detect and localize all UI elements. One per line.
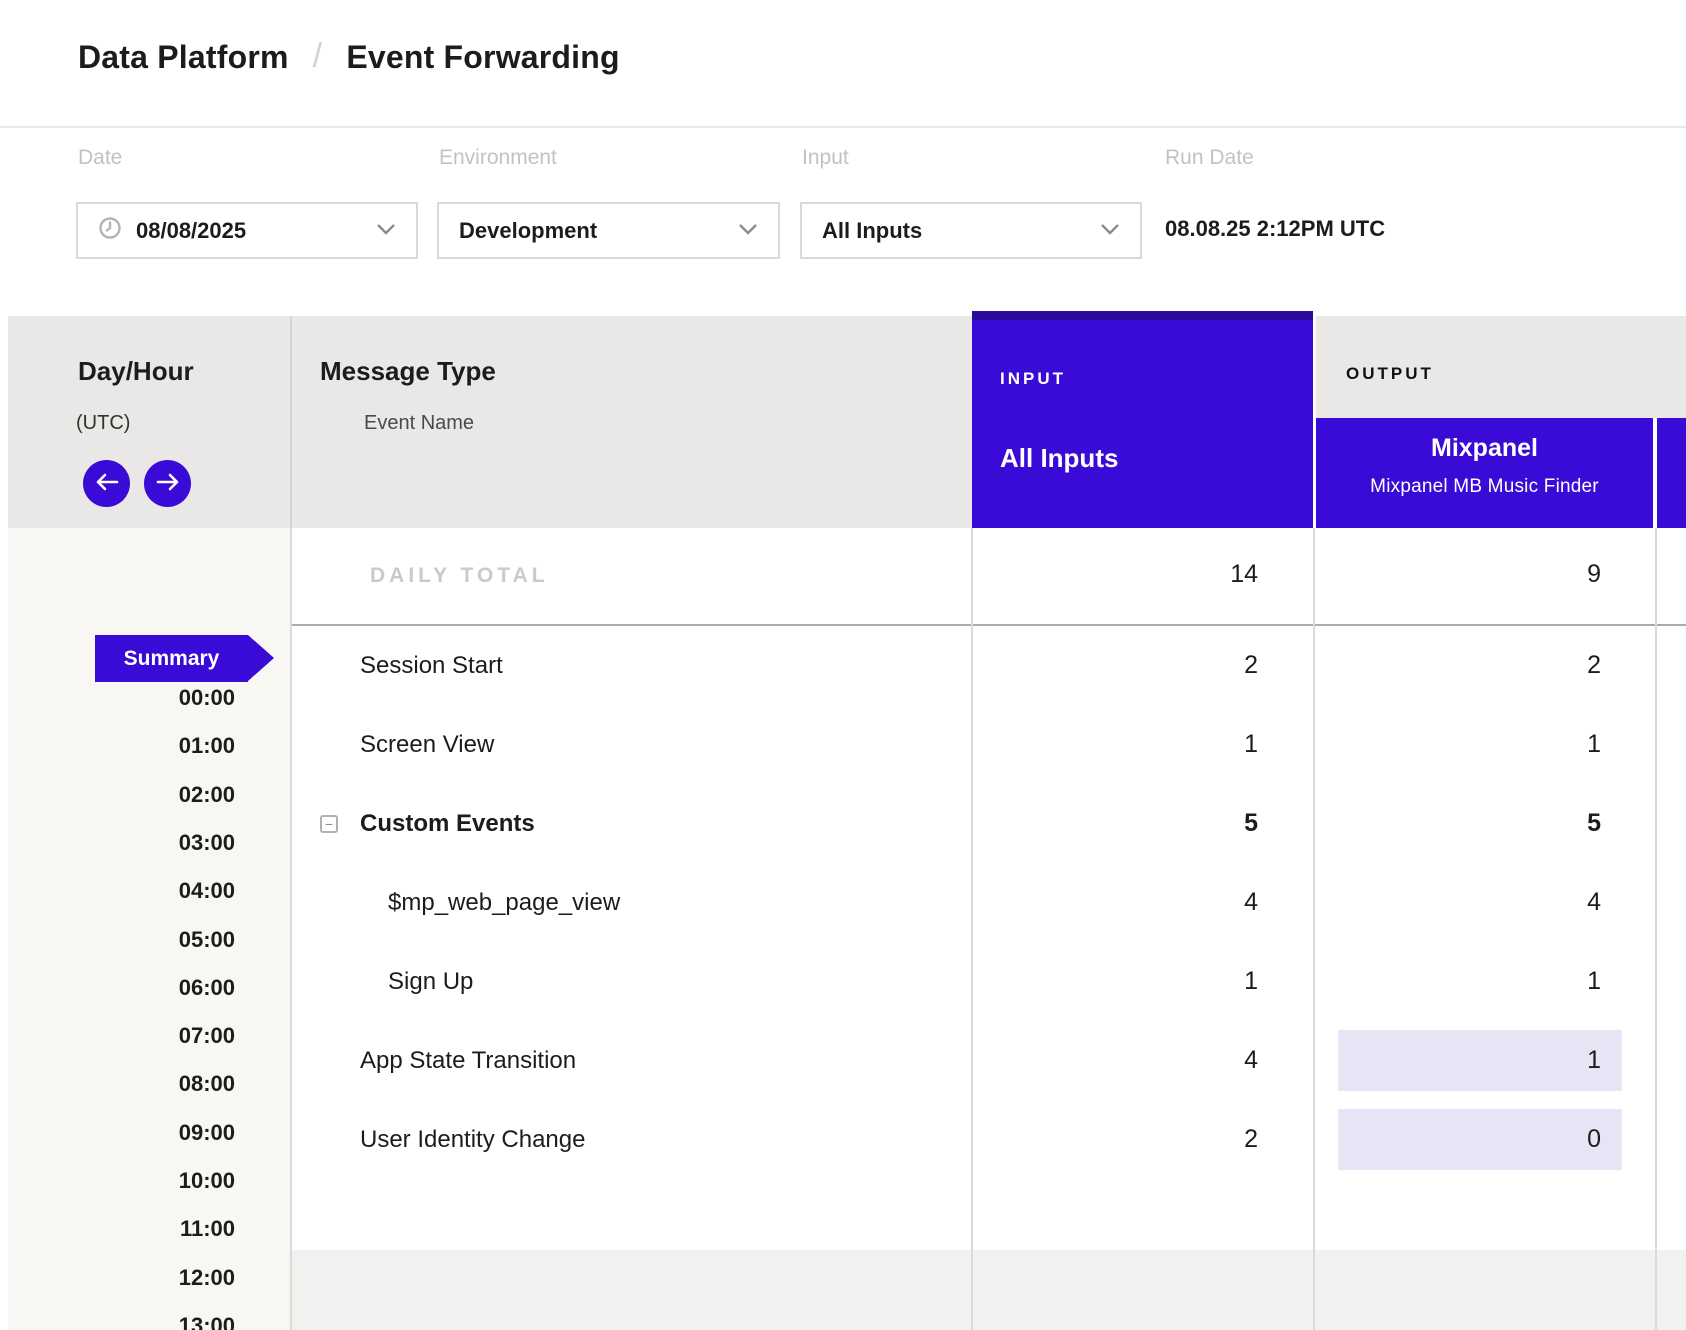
chevron-down-icon bbox=[1100, 222, 1120, 240]
input-count: 2 bbox=[858, 626, 1258, 705]
input-count: 1 bbox=[858, 705, 1258, 784]
hour-label[interactable]: 13:00 bbox=[35, 1312, 235, 1330]
next-day-button[interactable] bbox=[144, 460, 191, 507]
mixpanel-column-header[interactable]: Mixpanel Mixpanel MB Music Finder bbox=[1316, 418, 1653, 528]
summary-badge[interactable]: Summary bbox=[95, 635, 274, 682]
table-row: Session Start 22 bbox=[290, 626, 1686, 705]
hour-label[interactable]: 10:00 bbox=[35, 1167, 235, 1195]
hour-label[interactable]: 04:00 bbox=[35, 877, 235, 905]
daily-total-output-count: 9 bbox=[1201, 560, 1601, 589]
environment-dropdown[interactable]: Development bbox=[437, 202, 780, 259]
hour-label[interactable]: 06:00 bbox=[35, 974, 235, 1002]
event-name-subtitle: Event Name bbox=[364, 412, 474, 435]
hour-label[interactable]: 08:00 bbox=[35, 1070, 235, 1098]
hour-label[interactable]: 09:00 bbox=[35, 1119, 235, 1147]
collapse-toggle[interactable]: − bbox=[320, 815, 338, 833]
chevron-down-icon bbox=[738, 222, 758, 240]
input-column-title: All Inputs bbox=[1000, 443, 1118, 474]
date-value: 08/08/2025 bbox=[136, 218, 246, 244]
table-body: Session Start22Screen View11−Custom Even… bbox=[290, 626, 1686, 1250]
chevron-down-icon bbox=[376, 222, 396, 240]
input-value: All Inputs bbox=[822, 218, 922, 244]
input-count: 4 bbox=[858, 863, 1258, 942]
run-date-value: 08.08.25 2:12PM UTC bbox=[1165, 216, 1385, 242]
event-name: Custom Events bbox=[360, 784, 535, 863]
event-forwarding-page: Data Platform / Event Forwarding Date En… bbox=[0, 0, 1686, 1330]
event-name: $mp_web_page_view bbox=[388, 863, 620, 942]
table-row: App State Transition 41 bbox=[290, 1021, 1686, 1100]
daily-total-row: DAILY TOTAL 14 9 bbox=[290, 528, 1686, 626]
breadcrumb-section[interactable]: Data Platform bbox=[78, 39, 289, 76]
output-count: 1 bbox=[1201, 942, 1601, 1021]
summary-badge-arrow bbox=[248, 635, 274, 681]
previous-day-button[interactable] bbox=[83, 460, 130, 507]
output-column-partial bbox=[1657, 418, 1686, 528]
table-footer-band bbox=[290, 1250, 1686, 1330]
hour-rail: Summary 00:00 01:00 02:00 03:00 04:00 05:00 06… bbox=[8, 528, 290, 1330]
daily-total-label: DAILY TOTAL bbox=[370, 564, 549, 588]
input-count: 4 bbox=[858, 1021, 1258, 1100]
output-section-kicker: OUTPUT bbox=[1346, 364, 1434, 384]
daily-total-input-count: 14 bbox=[858, 560, 1258, 589]
hour-label[interactable]: 11:00 bbox=[35, 1215, 235, 1243]
environment-filter-label: Environment bbox=[439, 146, 557, 170]
divider bbox=[290, 528, 292, 1330]
output-count: 1 bbox=[1201, 705, 1601, 784]
hour-label[interactable]: 05:00 bbox=[35, 926, 235, 954]
input-count: 1 bbox=[858, 942, 1258, 1021]
divider bbox=[1313, 528, 1315, 1330]
divider bbox=[1655, 528, 1657, 1330]
output-count: 5 bbox=[1201, 784, 1601, 863]
message-type-header: Message Type Event Name bbox=[290, 316, 972, 528]
table-row: User Identity Change 20 bbox=[290, 1100, 1686, 1179]
hour-label[interactable]: 01:00 bbox=[35, 732, 235, 760]
day-navigation bbox=[83, 460, 191, 507]
hour-label[interactable]: 02:00 bbox=[35, 781, 235, 809]
hour-label[interactable]: 03:00 bbox=[35, 829, 235, 857]
hour-label[interactable]: 00:00 bbox=[35, 684, 235, 712]
page-title: Event Forwarding bbox=[346, 39, 619, 76]
table-row: − Custom Events 55 bbox=[290, 784, 1686, 863]
arrow-left-icon bbox=[95, 473, 119, 494]
day-hour-subtitle: (UTC) bbox=[76, 412, 130, 435]
hour-label[interactable]: 07:00 bbox=[35, 1022, 235, 1050]
message-type-title: Message Type bbox=[320, 356, 496, 387]
summary-badge-label: Summary bbox=[95, 635, 248, 682]
divider bbox=[971, 528, 973, 1330]
breadcrumb-bar: Data Platform / Event Forwarding bbox=[0, 0, 1686, 128]
event-name: Sign Up bbox=[388, 942, 473, 1021]
breadcrumb: Data Platform / Event Forwarding bbox=[78, 38, 620, 77]
mixpanel-column-title: Mixpanel bbox=[1316, 434, 1653, 463]
output-section-header: OUTPUT bbox=[1316, 316, 1686, 418]
table-row: Sign Up 11 bbox=[290, 942, 1686, 1021]
event-name: App State Transition bbox=[360, 1021, 576, 1100]
clock-icon bbox=[98, 216, 122, 245]
table-row: Screen View 11 bbox=[290, 705, 1686, 784]
output-count: 2 bbox=[1201, 626, 1601, 705]
date-filter-label: Date bbox=[78, 146, 122, 170]
output-count: 1 bbox=[1201, 1021, 1601, 1100]
output-count: 0 bbox=[1201, 1100, 1601, 1179]
output-count: 4 bbox=[1201, 863, 1601, 942]
day-hour-title: Day/Hour bbox=[78, 356, 194, 387]
day-hour-header: Day/Hour (UTC) bbox=[8, 316, 290, 528]
run-date-label: Run Date bbox=[1165, 146, 1254, 170]
environment-value: Development bbox=[459, 218, 597, 244]
breadcrumb-separator: / bbox=[313, 37, 323, 76]
input-column-accent-strip bbox=[972, 311, 1313, 320]
input-count: 5 bbox=[858, 784, 1258, 863]
input-count: 2 bbox=[858, 1100, 1258, 1179]
input-column-kicker: INPUT bbox=[1000, 369, 1066, 389]
event-name: Session Start bbox=[360, 626, 503, 705]
table-row: $mp_web_page_view 44 bbox=[290, 863, 1686, 942]
event-name: Screen View bbox=[360, 705, 494, 784]
arrow-right-icon bbox=[156, 473, 180, 494]
hour-label[interactable]: 12:00 bbox=[35, 1264, 235, 1292]
date-dropdown[interactable]: 08/08/2025 bbox=[76, 202, 418, 259]
mixpanel-column-subtitle: Mixpanel MB Music Finder bbox=[1316, 476, 1653, 498]
input-dropdown[interactable]: All Inputs bbox=[800, 202, 1142, 259]
event-name: User Identity Change bbox=[360, 1100, 585, 1179]
input-column-header[interactable]: INPUT All Inputs bbox=[972, 311, 1313, 528]
input-filter-label: Input bbox=[802, 146, 849, 170]
